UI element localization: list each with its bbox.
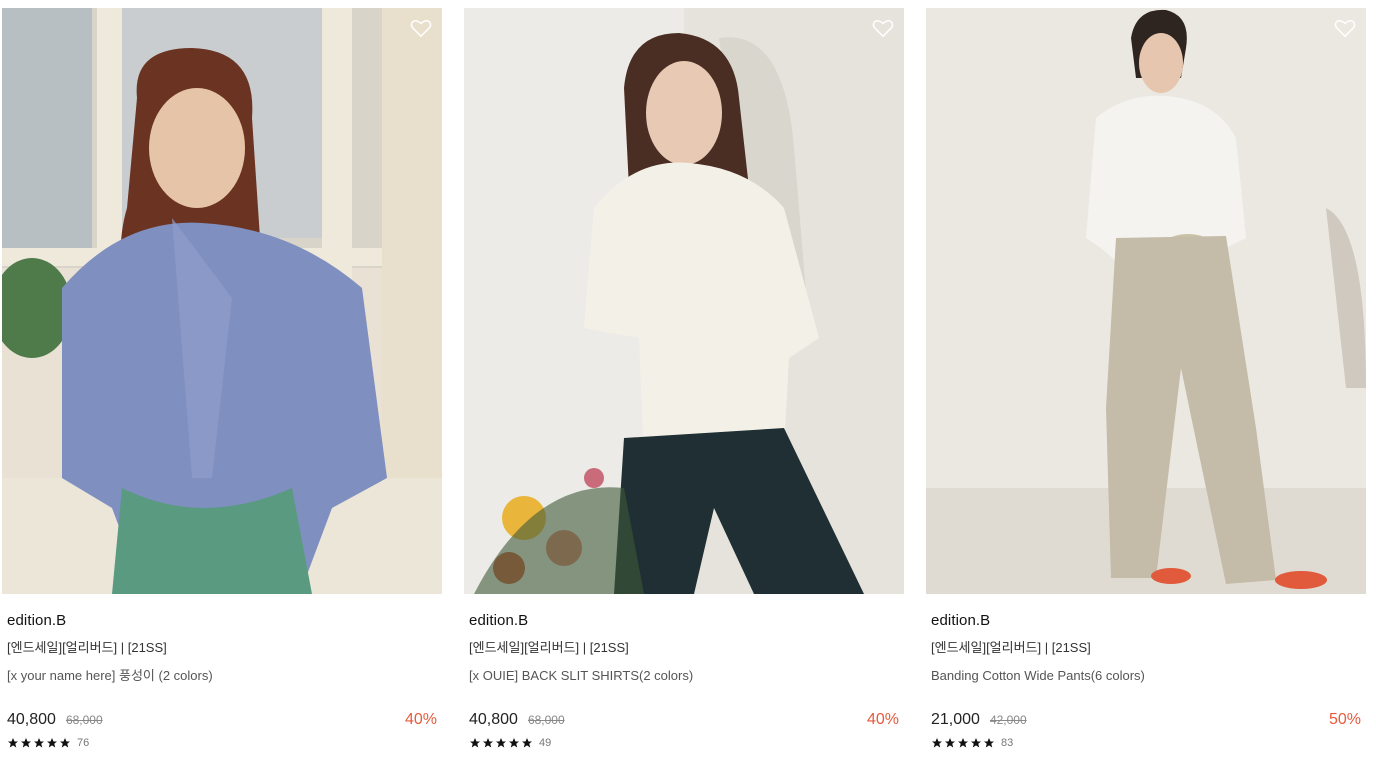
product-category: [엔드세일][얼리버드] | [21SS] <box>931 640 1091 655</box>
price-row: 40,800 68,000 40% <box>7 710 437 730</box>
discount-rate: 50% <box>1328 711 1361 728</box>
product-title[interactable]: Banding Cotton Wide Pants(6 colors) <box>931 668 1361 684</box>
original-price: 68,000 <box>65 713 103 727</box>
product-category: [엔드세일][얼리버드] | [21SS] <box>7 640 167 655</box>
star-icon <box>21 738 31 748</box>
price-row: 40,800 68,000 40% <box>469 710 899 730</box>
original-price: 68,000 <box>527 713 565 727</box>
rating-row: 83 <box>931 736 1361 750</box>
review-count: 83 <box>1001 737 1014 749</box>
star-icon <box>522 738 532 748</box>
star-icon <box>984 738 994 748</box>
review-count: 76 <box>77 737 90 749</box>
star-icon <box>8 738 18 748</box>
product-card[interactable]: edition.B [엔드세일][얼리버드] | [21SS] [x OUIE]… <box>464 8 904 750</box>
product-info: edition.B [엔드세일][얼리버드] | [21SS] [x OUIE]… <box>464 612 904 750</box>
rating-stars <box>469 737 533 749</box>
star-icon <box>34 738 44 748</box>
product-category: [엔드세일][얼리버드] | [21SS] <box>469 640 629 655</box>
wishlist-heart-icon[interactable] <box>1334 18 1356 38</box>
product-info: edition.B [엔드세일][얼리버드] | [21SS] [x your … <box>2 612 442 750</box>
star-icon <box>470 738 480 748</box>
product-card[interactable]: edition.B [엔드세일][얼리버드] | [21SS] Banding … <box>926 8 1366 750</box>
star-icon <box>509 738 519 748</box>
star-icon <box>60 738 70 748</box>
star-icon <box>496 738 506 748</box>
star-icon <box>47 738 57 748</box>
rating-stars <box>931 737 995 749</box>
discount-rate: 40% <box>404 711 437 728</box>
star-icon <box>945 738 955 748</box>
product-title[interactable]: [x your name here] 풍성이 (2 colors) <box>7 668 437 684</box>
product-info: edition.B [엔드세일][얼리버드] | [21SS] Banding … <box>926 612 1366 750</box>
rating-row: 76 <box>7 736 437 750</box>
sale-price: 40,800 <box>469 711 518 728</box>
rating-stars <box>7 737 71 749</box>
discount-rate: 40% <box>866 711 899 728</box>
product-title[interactable]: [x OUIE] BACK SLIT SHIRTS(2 colors) <box>469 668 899 684</box>
star-icon <box>483 738 493 748</box>
rating-row: 49 <box>469 736 899 750</box>
product-grid: edition.B [엔드세일][얼리버드] | [21SS] [x your … <box>0 0 1376 764</box>
brand-name[interactable]: edition.B <box>469 612 899 630</box>
star-icon <box>932 738 942 748</box>
price-row: 21,000 42,000 50% <box>931 710 1361 730</box>
wishlist-heart-icon[interactable] <box>872 18 894 38</box>
review-count: 49 <box>539 737 552 749</box>
sale-price: 40,800 <box>7 711 56 728</box>
product-image[interactable] <box>464 8 904 594</box>
star-icon <box>958 738 968 748</box>
star-icon <box>971 738 981 748</box>
brand-name[interactable]: edition.B <box>931 612 1361 630</box>
product-card[interactable]: edition.B [엔드세일][얼리버드] | [21SS] [x your … <box>2 8 442 750</box>
product-image[interactable] <box>926 8 1366 594</box>
sale-price: 21,000 <box>931 711 980 728</box>
original-price: 42,000 <box>989 713 1027 727</box>
wishlist-heart-icon[interactable] <box>410 18 432 38</box>
product-image[interactable] <box>2 8 442 594</box>
brand-name[interactable]: edition.B <box>7 612 437 630</box>
